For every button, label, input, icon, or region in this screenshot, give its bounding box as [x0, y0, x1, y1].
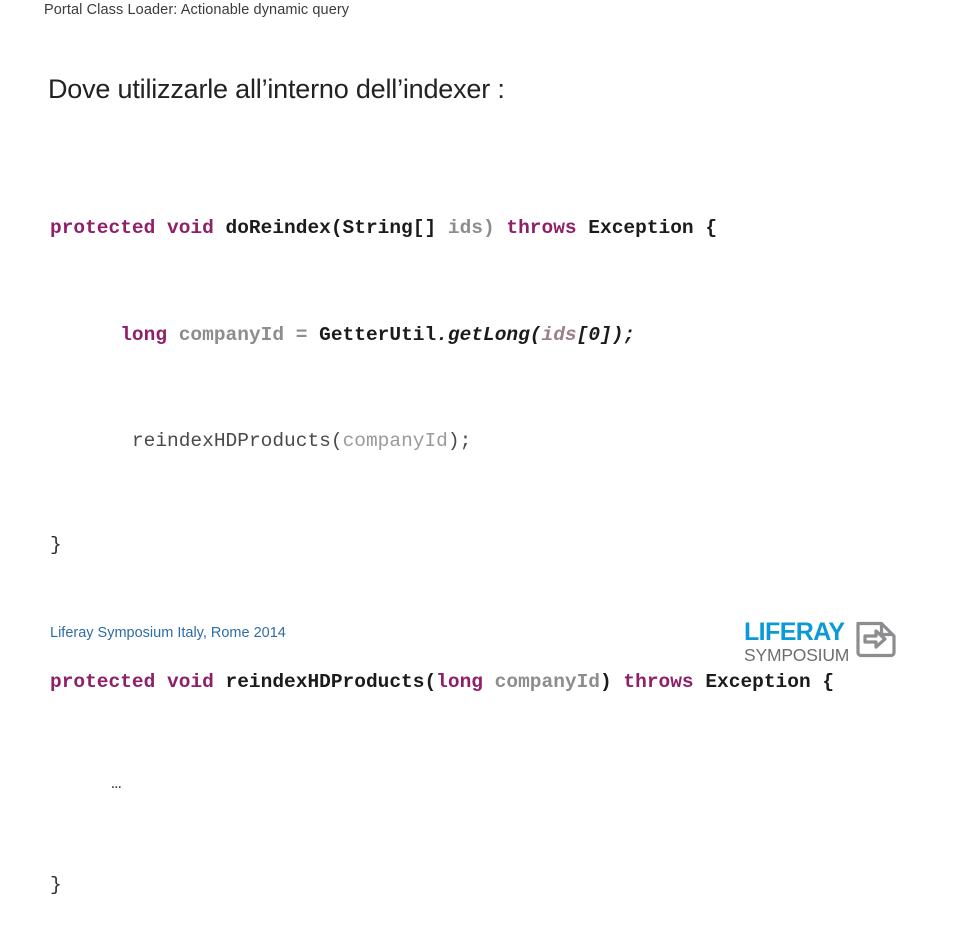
logo-wordmark: LIFERAY SYMPOSIUM: [744, 617, 850, 665]
page-title: Dove utilizzarle all’interno dell’indexe…: [48, 74, 505, 104]
slide-header: Portal Class Loader: Actionable dynamic …: [44, 2, 350, 18]
code-token-italic: .getLong(: [436, 324, 542, 346]
code-line-2: long companyId = GetterUtil.getLong(ids[…: [50, 318, 930, 352]
code-token-brace: }: [50, 534, 62, 556]
code-token-plain: Exception {: [576, 217, 718, 239]
code-token-function: doReindex(String[]: [225, 217, 448, 239]
logo-primary-text: LIFERAY: [744, 617, 845, 646]
code-token-italic: [0]);: [576, 324, 636, 346]
code-token-call: );: [447, 430, 472, 452]
code-token-keyword: long: [436, 671, 483, 693]
code-token-variable: ids): [447, 217, 495, 239]
document-arrow-icon: [854, 616, 898, 665]
code-token-brace: }: [50, 874, 62, 896]
code-token-plain: ): [600, 671, 612, 693]
code-token-keyword: protected void: [50, 217, 226, 239]
code-token-argument: companyId: [342, 430, 448, 452]
code-block: protected void doReindex(String[] ids) t…: [50, 138, 930, 936]
code-token-keyword: throws: [506, 217, 577, 239]
footer-credit: Liferay Symposium Italy, Rome 2014: [50, 625, 286, 641]
code-token-call: reindexHDProducts(: [131, 430, 343, 452]
code-token-keyword: protected void: [50, 671, 226, 693]
code-line-5: protected void reindexHDProducts(long co…: [50, 664, 930, 700]
code-token-plain: GetterUtil: [319, 324, 437, 346]
code-token-function: reindexHDProducts(: [225, 671, 437, 693]
code-token-keyword: throws: [623, 671, 694, 693]
liferay-symposium-logo: LIFERAY SYMPOSIUM: [744, 617, 896, 667]
code-line-6: …: [50, 772, 930, 798]
code-token-variable: companyId =: [167, 324, 320, 346]
logo-secondary-text: SYMPOSIUM: [744, 644, 850, 665]
code-token-keyword: long: [120, 324, 168, 346]
code-line-1: protected void doReindex(String[] ids) t…: [50, 210, 930, 246]
code-token-variable: companyId: [482, 671, 601, 693]
code-token-italic-variable: ids: [541, 324, 577, 346]
code-token-plain: Exception {: [693, 671, 835, 693]
code-line-7: }: [50, 870, 930, 900]
code-line-4: }: [50, 530, 930, 560]
code-line-3: reindexHDProducts(companyId);: [50, 424, 930, 458]
code-token-brace: …: [50, 775, 122, 794]
